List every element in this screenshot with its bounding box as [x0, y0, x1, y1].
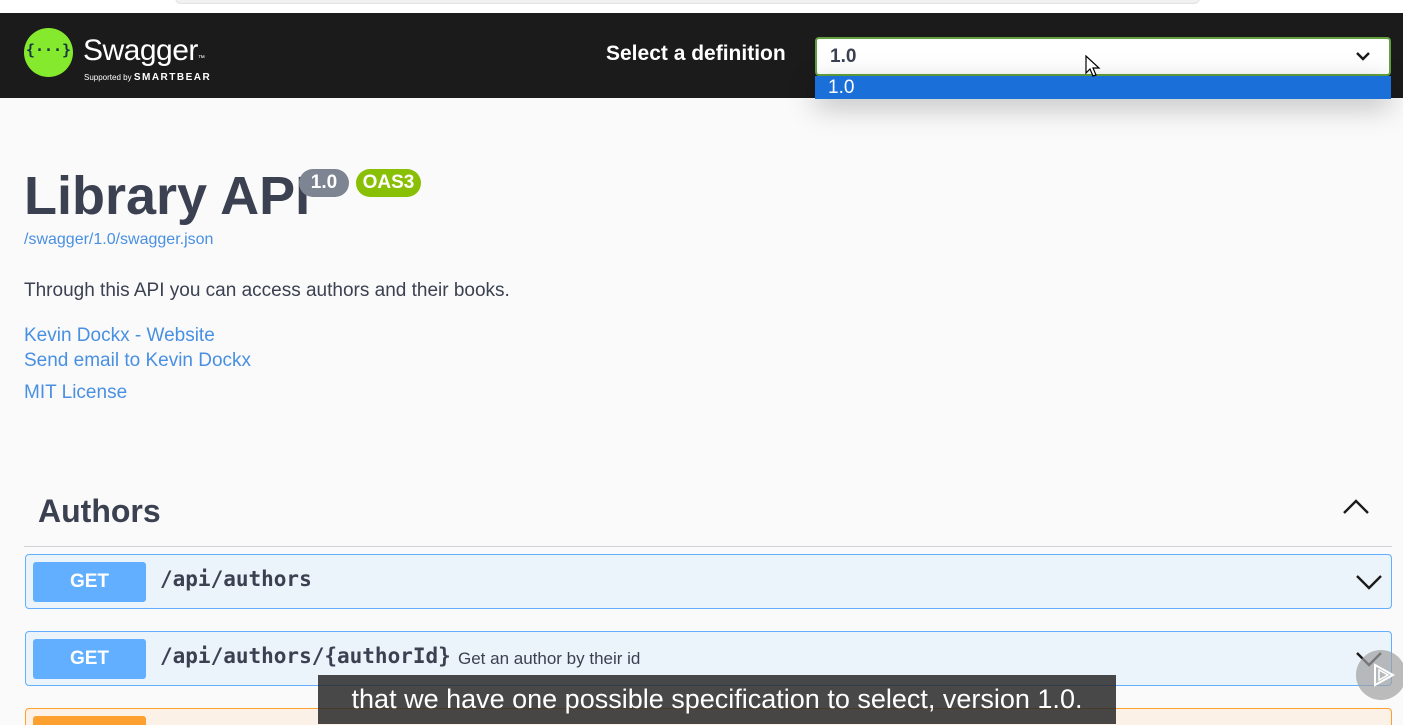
- swagger-logo-icon: {···}: [24, 28, 73, 77]
- mouse-cursor-icon: [1085, 55, 1101, 77]
- definition-option[interactable]: 1.0: [815, 76, 1391, 99]
- chevron-down-icon[interactable]: [1355, 573, 1383, 591]
- method-badge: [33, 716, 146, 725]
- definition-dropdown-list: 1.0: [815, 76, 1391, 99]
- definition-select[interactable]: 1.0: [815, 37, 1391, 76]
- section-header-authors[interactable]: Authors: [24, 490, 1392, 547]
- browser-scroll-pill[interactable]: [175, 0, 1200, 4]
- operation-summary: Get an author by their id: [458, 649, 641, 668]
- definition-select-value: 1.0: [830, 46, 857, 67]
- license-link[interactable]: MIT License: [24, 382, 127, 404]
- api-title: Library API: [24, 166, 311, 226]
- chevron-up-icon[interactable]: [1342, 498, 1370, 516]
- section-title: Authors: [38, 493, 161, 529]
- spec-url-link[interactable]: /swagger/1.0/swagger.json: [24, 231, 213, 249]
- browser-scroll-strip: [0, 0, 1403, 13]
- opblock-get-authors[interactable]: GET /api/authors: [25, 554, 1392, 609]
- operation-path: /api/authors: [160, 567, 312, 591]
- version-badge: 1.0: [299, 169, 349, 197]
- definition-label: Select a definition: [606, 42, 786, 65]
- chevron-down-icon: [1356, 52, 1370, 61]
- contact-website-link[interactable]: Kevin Dockx - Website: [24, 325, 215, 347]
- logo-subtitle: Supported by SMARTBEAR: [84, 72, 212, 83]
- oas-badge: OAS3: [356, 169, 421, 197]
- play-button[interactable]: [1356, 650, 1403, 700]
- operation-path: /api/authors/{authorId}: [160, 644, 451, 668]
- method-badge-get: GET: [33, 639, 146, 679]
- video-caption: that we have one possible specification …: [318, 675, 1116, 724]
- method-badge-get: GET: [33, 562, 146, 602]
- swagger-logo[interactable]: {···} Swagger™ Supported by SMARTBEAR: [24, 28, 224, 84]
- api-description: Through this API you can access authors …: [24, 280, 510, 301]
- play-icon: [1374, 663, 1396, 687]
- logo-wordmark: Swagger™: [83, 34, 205, 67]
- contact-email-link[interactable]: Send email to Kevin Dockx: [24, 350, 251, 372]
